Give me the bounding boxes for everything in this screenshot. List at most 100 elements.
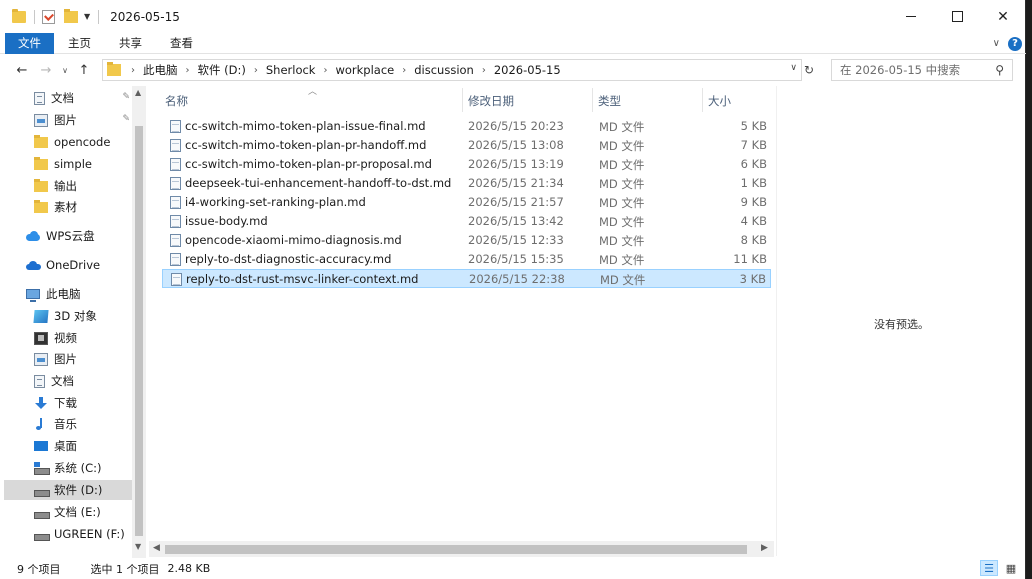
nav-item-downloads[interactable]: 下载: [4, 393, 132, 413]
nav-item-label: 软件 (D:): [54, 483, 103, 497]
file-row[interactable]: opencode-xiaomi-mimo-diagnosis.md 2026/5…: [162, 231, 771, 250]
pin-icon[interactable]: ✎: [122, 114, 130, 124]
chevron-down-icon[interactable]: ▼: [84, 12, 90, 21]
music-icon: [34, 417, 48, 431]
nav-item-drive-f[interactable]: UGREEN (F:): [4, 524, 132, 544]
column-divider[interactable]: [702, 88, 703, 112]
nav-item-drive-d[interactable]: 软件 (D:): [4, 480, 132, 500]
nav-item-label: 文档: [51, 91, 74, 105]
chevron-right-icon[interactable]: ›: [323, 65, 327, 76]
nav-item-materials[interactable]: 素材: [4, 197, 132, 217]
address-dropdown-icon[interactable]: ∨: [790, 63, 797, 73]
column-divider[interactable]: [592, 88, 593, 112]
pin-icon[interactable]: ✎: [122, 92, 130, 102]
maximize-button[interactable]: [934, 0, 980, 33]
nav-item-pictures[interactable]: 图片: [4, 349, 132, 369]
nav-item-label: 系统 (C:): [54, 461, 102, 475]
nav-item-pictures-pinned[interactable]: 图片 ✎: [4, 110, 132, 130]
wps-cloud-icon: [26, 230, 40, 243]
nav-item-this-pc[interactable]: 此电脑: [4, 284, 132, 304]
chevron-right-icon[interactable]: ›: [482, 65, 486, 76]
file-date: 2026/5/15 15:35: [468, 252, 564, 266]
file-date: 2026/5/15 20:23: [468, 119, 564, 133]
file-row[interactable]: cc-switch-mimo-token-plan-pr-handoff.md …: [162, 136, 771, 155]
column-header-type[interactable]: 类型: [598, 93, 621, 109]
nav-item-drive-e[interactable]: 文档 (E:): [4, 502, 132, 522]
tab-view[interactable]: 查看: [156, 33, 207, 54]
scroll-up-icon[interactable]: ▲: [135, 88, 141, 97]
nav-item-3d-objects[interactable]: 3D 对象: [4, 306, 132, 326]
nav-item-label: OneDrive: [46, 258, 101, 272]
breadcrumb-sherlock[interactable]: Sherlock: [266, 63, 316, 77]
chevron-right-icon[interactable]: ›: [186, 65, 190, 76]
tab-file[interactable]: 文件: [5, 32, 54, 54]
document-icon: [34, 374, 45, 388]
address-bar[interactable]: › 此电脑 › 软件 (D:) › Sherlock › workplace ›…: [102, 59, 802, 81]
search-input[interactable]: 在 2026-05-15 中搜索 ⚲: [831, 59, 1013, 81]
3d-objects-icon: [33, 309, 49, 323]
file-type: MD 文件: [599, 158, 645, 172]
new-folder-icon[interactable]: [64, 8, 78, 23]
file-row[interactable]: deepseek-tui-enhancement-handoff-to-dst.…: [162, 174, 771, 193]
title-bar: ▼ 2026-05-15 ✕: [0, 0, 1026, 33]
picture-icon: [34, 352, 48, 366]
nav-item-drive-c[interactable]: 系统 (C:): [4, 458, 132, 478]
up-arrow-icon[interactable]: ↑: [72, 63, 96, 78]
tab-share[interactable]: 共享: [105, 33, 156, 54]
nav-item-wps-cloud[interactable]: WPS云盘: [4, 226, 132, 246]
chevron-right-icon[interactable]: ›: [402, 65, 406, 76]
back-arrow-icon[interactable]: ←: [10, 63, 34, 78]
column-header-name[interactable]: 名称: [165, 93, 188, 109]
help-icon[interactable]: ?: [1008, 36, 1022, 51]
scroll-down-icon[interactable]: ▼: [135, 542, 141, 551]
scroll-left-icon[interactable]: ◀: [153, 543, 160, 553]
recent-locations-chevron-icon[interactable]: ∨: [58, 66, 72, 75]
breadcrumb-drive-d[interactable]: 软件 (D:): [198, 62, 246, 78]
system-drive-icon: [34, 461, 50, 475]
file-row[interactable]: i4-working-set-ranking-plan.md 2026/5/15…: [162, 193, 771, 212]
nav-item-videos[interactable]: 视频: [4, 328, 132, 348]
tab-home[interactable]: 主页: [54, 33, 105, 54]
column-header-date[interactable]: 修改日期: [468, 93, 514, 109]
nav-item-output[interactable]: 输出: [4, 176, 132, 196]
file-row[interactable]: issue-body.md 2026/5/15 13:42 MD 文件 4 KB: [162, 212, 771, 231]
file-row[interactable]: cc-switch-mimo-token-plan-issue-final.md…: [162, 117, 771, 136]
file-row[interactable]: reply-to-dst-diagnostic-accuracy.md 2026…: [162, 250, 771, 269]
nav-item-simple[interactable]: simple: [4, 154, 132, 174]
nav-item-documents[interactable]: 文档: [4, 371, 132, 391]
nav-item-label: WPS云盘: [46, 229, 95, 243]
breadcrumb-discussion[interactable]: discussion: [414, 63, 474, 77]
forward-arrow-icon[interactable]: →: [34, 63, 58, 78]
column-divider[interactable]: [462, 88, 463, 112]
scrollbar-thumb[interactable]: [135, 126, 143, 536]
nav-item-desktop[interactable]: 桌面: [4, 436, 132, 456]
expand-ribbon-icon[interactable]: ∨: [993, 38, 1000, 49]
minimize-button[interactable]: [888, 0, 934, 33]
drive-icon: [34, 484, 50, 497]
nav-item-onedrive[interactable]: OneDrive: [4, 255, 132, 275]
nav-item-label: 下载: [54, 396, 77, 410]
search-icon[interactable]: ⚲: [995, 63, 1004, 77]
file-row[interactable]: cc-switch-mimo-token-plan-pr-proposal.md…: [162, 155, 771, 174]
nav-item-music[interactable]: 音乐: [4, 414, 132, 434]
breadcrumb-workplace[interactable]: workplace: [335, 63, 394, 77]
chevron-right-icon[interactable]: ›: [131, 65, 135, 76]
chevron-right-icon[interactable]: ›: [254, 65, 258, 76]
file-type: MD 文件: [599, 196, 645, 210]
scrollbar-thumb[interactable]: [165, 545, 747, 554]
nav-item-opencode[interactable]: opencode: [4, 132, 132, 152]
nav-item-documents-pinned[interactable]: 文档 ✎: [4, 88, 132, 108]
scroll-right-icon[interactable]: ▶: [761, 543, 768, 553]
horizontal-scrollbar[interactable]: ◀ ▶: [149, 541, 774, 557]
details-view-icon[interactable]: ☰: [980, 560, 998, 576]
breadcrumb-this-pc[interactable]: 此电脑: [143, 62, 178, 78]
selection-count: 选中 1 个项目: [90, 562, 160, 576]
refresh-icon[interactable]: ↻: [804, 63, 814, 77]
nav-pane-scrollbar[interactable]: ▲ ▼: [132, 86, 146, 558]
large-icons-view-icon[interactable]: ▦: [1002, 560, 1020, 576]
file-row-selected[interactable]: reply-to-dst-rust-msvc-linker-context.md…: [162, 269, 771, 288]
column-header-size[interactable]: 大小: [708, 93, 731, 109]
breadcrumb-current-folder[interactable]: 2026-05-15: [494, 63, 561, 77]
properties-icon[interactable]: [42, 9, 55, 24]
close-button[interactable]: ✕: [980, 0, 1026, 33]
